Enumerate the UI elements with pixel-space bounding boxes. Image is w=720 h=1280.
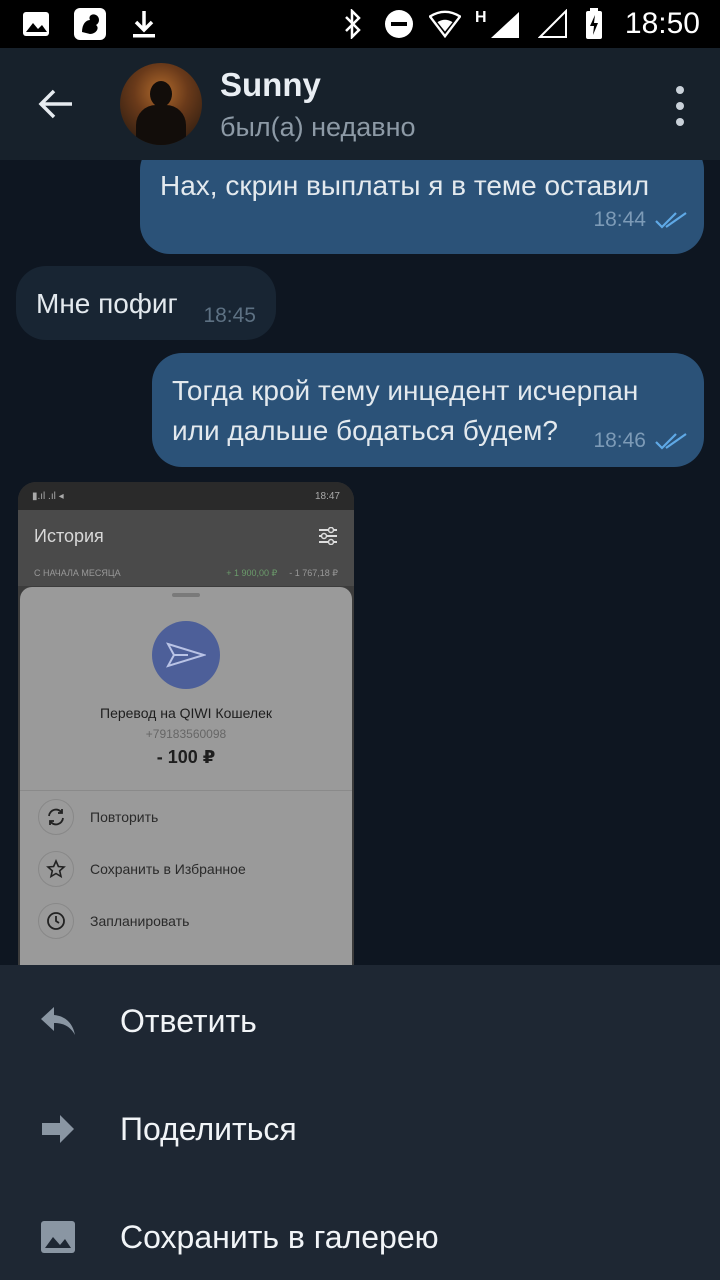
filter-icon bbox=[319, 527, 337, 545]
message-text-line: Тогда крой тему инцедент исчерпан bbox=[172, 375, 639, 406]
menu-item-label: Сохранить в галерею bbox=[120, 1218, 439, 1255]
menu-item-label: Поделиться bbox=[120, 1110, 297, 1147]
photo-title: История bbox=[34, 525, 104, 546]
photo-action-favorite: Сохранить в Избранное bbox=[20, 843, 352, 895]
back-arrow-icon bbox=[38, 89, 72, 119]
avatar[interactable] bbox=[120, 63, 202, 145]
signal-empty-icon bbox=[537, 8, 569, 40]
photo-action-schedule: Запланировать bbox=[20, 895, 352, 947]
back-button[interactable] bbox=[0, 48, 112, 160]
svg-text:H: H bbox=[475, 9, 487, 26]
transfer-amount: - 100 ₽ bbox=[156, 747, 216, 767]
gallery-icon bbox=[38, 1217, 78, 1257]
wifi-icon bbox=[428, 8, 461, 40]
photo-message[interactable]: ▮.ıl .ıl ◂ 18:47 История С НАЧАЛА МЕСЯЦА… bbox=[18, 482, 354, 965]
message-text: Нах, скрин выплаты я в теме оставил bbox=[160, 170, 650, 201]
message-list[interactable]: Нах, скрин выплаты я в теме оставил 18:4… bbox=[0, 160, 720, 965]
message-incoming[interactable]: Мне пофиг 18:45 bbox=[16, 266, 276, 340]
message-context-menu: Ответить Поделиться Сохранить в галерею bbox=[0, 965, 720, 1280]
message-time: 18:46 bbox=[593, 429, 646, 452]
message-time: 18:45 bbox=[203, 304, 256, 327]
message-outgoing[interactable]: Нах, скрин выплаты я в теме оставил 18:4… bbox=[140, 160, 704, 254]
photo-summary-row: С НАЧАЛА МЕСЯЦА + 1 900,00 ₽ - 1 767,18 … bbox=[18, 562, 354, 586]
transfer-phone: +79183560098 bbox=[145, 727, 227, 741]
photo-status-bar: ▮.ıl .ıl ◂ 18:47 bbox=[18, 482, 354, 510]
photo-header: История bbox=[18, 510, 354, 562]
reply-icon bbox=[38, 1001, 78, 1041]
message-time: 18:44 bbox=[593, 208, 646, 231]
peer-name: Sunny bbox=[220, 65, 321, 103]
message-text-line: или дальше бодаться будем? bbox=[172, 415, 558, 446]
transfer-title: Перевод на QIWI Кошелек bbox=[100, 705, 272, 721]
squirrel-app-icon bbox=[74, 8, 106, 40]
photo-action-repeat: Повторить bbox=[20, 791, 352, 843]
battery-charging-icon bbox=[583, 8, 605, 40]
status-time: 18:50 bbox=[624, 7, 700, 40]
share-forward-icon bbox=[38, 1109, 78, 1149]
peer-info[interactable]: Sunny был(а) недавно bbox=[220, 66, 416, 143]
paper-plane-icon bbox=[152, 621, 220, 689]
status-bar: H 18:50 bbox=[0, 0, 720, 48]
double-check-icon bbox=[655, 433, 687, 450]
message-outgoing[interactable]: Тогда крой тему инцедент исчерпан или да… bbox=[152, 353, 704, 467]
message-meta: 18:44 bbox=[593, 208, 688, 232]
gallery-notification-icon bbox=[20, 8, 52, 40]
repeat-icon bbox=[38, 799, 74, 835]
menu-item-reply[interactable]: Ответить bbox=[0, 967, 720, 1075]
star-icon bbox=[38, 851, 74, 887]
menu-item-label: Ответить bbox=[120, 1002, 257, 1039]
message-meta: 18:45 bbox=[203, 304, 256, 328]
download-icon bbox=[128, 8, 160, 40]
double-check-icon bbox=[655, 212, 687, 229]
more-options-button[interactable] bbox=[670, 86, 690, 126]
peer-status: был(а) недавно bbox=[220, 111, 416, 142]
message-meta: 18:46 bbox=[593, 429, 688, 453]
do-not-disturb-icon bbox=[383, 8, 415, 40]
menu-item-save-gallery[interactable]: Сохранить в галерею bbox=[0, 1183, 720, 1280]
signal-h-icon: H bbox=[475, 8, 523, 40]
bluetooth-icon bbox=[337, 8, 369, 40]
photo-transfer-sheet: Перевод на QIWI Кошелек +79183560098 - 1… bbox=[20, 587, 352, 965]
chat-header: Sunny был(а) недавно bbox=[0, 48, 720, 160]
clock-icon bbox=[38, 903, 74, 939]
menu-item-share[interactable]: Поделиться bbox=[0, 1075, 720, 1183]
message-text: Мне пофиг bbox=[36, 288, 178, 319]
